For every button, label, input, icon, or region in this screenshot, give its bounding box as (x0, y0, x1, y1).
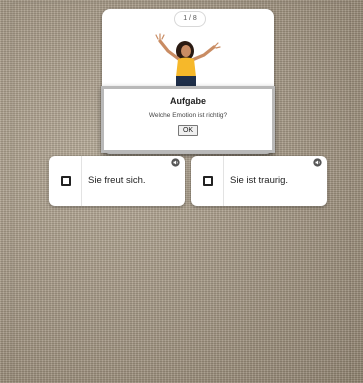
answer-checkbox[interactable] (203, 176, 213, 186)
ok-button[interactable]: OK (177, 125, 199, 136)
excited-woman-illustration (155, 33, 221, 93)
answer-checkbox[interactable] (61, 176, 71, 186)
task-dialog: Aufgabe Welche Emotion ist richtig? OK (101, 86, 275, 153)
speaker-icon[interactable] (171, 158, 180, 167)
answer-option[interactable]: Sie freut sich. (49, 156, 185, 206)
dialog-title: Aufgabe (170, 96, 206, 106)
answer-label: Sie ist traurig. (230, 175, 289, 186)
answer-divider (223, 156, 224, 206)
dialog-message: Welche Emotion ist richtig? (148, 112, 228, 119)
answer-option[interactable]: Sie ist traurig. (191, 156, 327, 206)
speaker-icon[interactable] (313, 158, 322, 167)
answer-label: Sie freut sich. (88, 175, 146, 186)
progress-counter: 1 / 8 (174, 11, 206, 27)
answer-divider (81, 156, 82, 206)
